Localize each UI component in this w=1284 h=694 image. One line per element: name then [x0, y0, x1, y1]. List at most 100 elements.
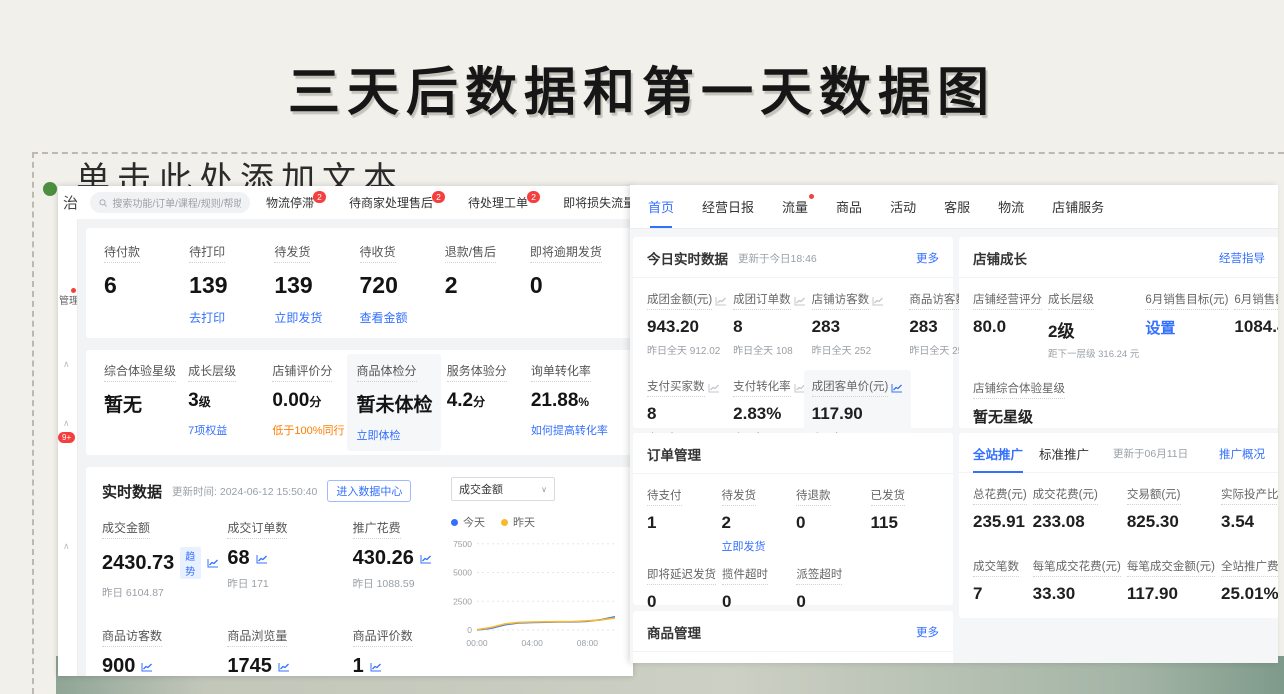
promo-overview-link[interactable]: 推广概况 — [1219, 446, 1265, 462]
trend-chart-icon[interactable] — [141, 662, 153, 672]
stat-value: 825.30 — [1127, 512, 1215, 532]
metric-select-value: 成交金额 — [459, 481, 503, 497]
stat-label: 综合体验星级 — [104, 362, 176, 382]
topbar-nav-item[interactable]: 待处理工单2 — [468, 194, 541, 211]
shop-growth-card: 店铺成长 经营指导 店铺经营评分 80.0 成长层级 2级 距下一层级 316.… — [959, 237, 1278, 428]
ship-now-link[interactable]: 立即发货 — [722, 538, 791, 554]
stat-unit: 分 — [473, 395, 485, 409]
order-stat: 已发货 115 — [871, 487, 940, 554]
trend-chart-icon[interactable] — [715, 296, 727, 306]
topbar-nav-item[interactable]: 待商家处理售后2 — [349, 194, 446, 211]
growth-stat: 6月销售额(元) 1084.47 — [1234, 291, 1278, 360]
nav-tab[interactable]: 店铺服务 — [1052, 197, 1104, 216]
trend-chart-icon[interactable] — [891, 383, 903, 393]
search-input[interactable]: 搜索功能/订单/课程/规则/帮助/服务 — [90, 192, 250, 213]
growth-stat: 店铺经营评分 80.0 — [973, 291, 1042, 360]
stat-label: 交易额(元) — [1127, 486, 1215, 505]
quality-stat: 成长层级 3级 7项权益 — [188, 362, 272, 443]
trend-chart-icon[interactable] — [278, 662, 290, 672]
trend-chart-icon[interactable] — [794, 296, 806, 306]
trend-badge[interactable]: 趋势 — [180, 547, 201, 579]
stat-value: 2 — [722, 513, 791, 533]
chevron-up-icon[interactable]: ∧ — [63, 359, 70, 370]
realtime-updated: 更新时间: 2024-06-12 15:50:40 — [172, 484, 317, 499]
sidebar-item-fragment[interactable]: 管理 — [59, 292, 78, 307]
realtime-stats-grid: 成交金额 2430.73 趋势 昨日 6104.87 — [102, 519, 470, 676]
legend-dot-yesterday — [501, 519, 508, 526]
nav-tab[interactable]: 经营日报 — [702, 197, 754, 216]
today-realtime-card: 今日实时数据 更新于今日18:46 更多 成团金额(元) 943.20 昨日全天… — [633, 237, 953, 428]
topbar-nav-item[interactable]: 即将损失流量4 — [563, 194, 633, 211]
goods-management-card: 商品管理 更多 在售中已售罄已下架 — [633, 611, 953, 663]
nav-tab[interactable]: 流量 — [782, 197, 808, 216]
tab-site-wide-promo[interactable]: 全站推广 — [973, 444, 1023, 463]
stat-value: 2430.73 — [102, 552, 174, 575]
trend-chart-icon[interactable] — [256, 554, 268, 564]
trend-chart-icon[interactable] — [708, 383, 720, 393]
stat-action-link[interactable]: 查看金额 — [360, 309, 445, 326]
order-stat: 派签超时 0 — [796, 566, 864, 612]
trend-chart-icon[interactable] — [872, 296, 884, 306]
guide-link[interactable]: 经营指导 — [1219, 250, 1265, 266]
stat-label: 店铺访客数 — [812, 291, 904, 310]
stat-action-link[interactable]: 7项权益 — [188, 422, 272, 438]
stat-value: 8 — [733, 317, 806, 337]
stat-value: 6 — [104, 272, 189, 299]
stat-action-link[interactable]: 立即发货 — [274, 309, 359, 326]
star-label: 店铺综合体验星级 — [973, 380, 1065, 399]
more-link[interactable]: 更多 — [916, 250, 939, 266]
promotion-card: 全站推广 标准推广 更新于06月11日 推广概况 总花费(元) 235.91 成… — [959, 433, 1278, 618]
trend-chart-icon[interactable] — [370, 662, 382, 672]
nav-tab[interactable]: 物流 — [998, 197, 1024, 216]
stat-value: 25.01% — [1221, 584, 1278, 604]
stat-value: 430.26 — [353, 547, 414, 570]
count-badge: 2 — [432, 191, 445, 203]
nav-tab[interactable]: 首页 — [648, 197, 674, 216]
left-topbar: 治 搜索功能/订单/课程/规则/帮助/服务 物流停滞2 待商家处理售后2 待处理… — [58, 186, 633, 219]
quality-stat: 综合体验星级 暂无 — [104, 362, 188, 443]
legend-today[interactable]: 今天 — [451, 514, 485, 530]
data-center-button[interactable]: 进入数据中心 — [327, 480, 411, 502]
nav-tab[interactable]: 客服 — [944, 197, 970, 216]
card-title: 今日实时数据 — [647, 248, 728, 268]
tab-standard-promo[interactable]: 标准推广 — [1039, 444, 1089, 463]
stat-action-link[interactable]: 立即体检 — [357, 427, 441, 443]
promo-stats-grid: 总花费(元) 235.91 成交花费(元) 233.08 交易额(元) 825.… — [959, 473, 1278, 617]
legend-yesterday[interactable]: 昨天 — [501, 514, 535, 530]
realtime-chart-zone: 成交金额 ∨ 今天 昨天 025005000750000:0004:0008:0… — [451, 477, 625, 657]
stat-value: 1745 — [227, 655, 272, 676]
stat-label: 商品体检分 — [357, 362, 417, 382]
stat-value: 3.54 — [1221, 512, 1278, 532]
metric-select[interactable]: 成交金额 ∨ — [451, 477, 555, 501]
promo-stat: 成交花费(元) 233.08 — [1033, 486, 1121, 532]
stat-value: 68 — [227, 547, 249, 570]
chevron-up-icon[interactable]: ∧ — [63, 418, 70, 429]
chevron-up-icon[interactable]: ∧ — [63, 541, 70, 552]
topbar-nav: 物流停滞2 待商家处理售后2 待处理工单2 即将损失流量4 未读站内信68 — [266, 194, 633, 211]
stat-label: 成团客单价(元) — [812, 378, 904, 397]
stat-value: 139 — [274, 272, 359, 299]
more-link[interactable]: 更多 — [916, 624, 939, 640]
stat-label: 即将逾期发货 — [530, 243, 602, 263]
sidebar-count-badge: 9+ — [58, 432, 75, 443]
trend-chart-icon[interactable] — [420, 554, 432, 564]
order-stat: 待发货 2 立即发货 — [722, 487, 791, 554]
topbar-nav-item[interactable]: 物流停滞2 — [266, 194, 327, 211]
left-main-area: 待付款 6 待打印 139 去打印 待发货 139 立即发货 — [77, 219, 633, 676]
trend-chart-icon[interactable] — [207, 558, 219, 568]
stat-action-link[interactable]: 去打印 — [189, 309, 274, 326]
nav-tab[interactable]: 活动 — [890, 197, 916, 216]
stat-action-link[interactable]: 如何提高转化率 — [531, 422, 615, 438]
stat-value: 3级 — [188, 390, 272, 412]
nav-tab[interactable]: 商品 — [836, 197, 862, 216]
promo-stat: 交易额(元) 825.30 — [1127, 486, 1215, 532]
stat-unit: 级 — [199, 395, 211, 409]
stat-value: 7 — [973, 584, 1027, 604]
stat-value: 80.0 — [973, 317, 1042, 337]
stat-label: 每笔成交花费(元) — [1033, 558, 1121, 577]
stat-action-link[interactable]: 低于100%同行 — [272, 422, 356, 438]
order-stat: 待支付 1 — [647, 487, 716, 554]
stat-label: 成团订单数 — [733, 291, 806, 310]
stat-label: 待支付 — [647, 487, 716, 506]
stat-value: 283 — [812, 317, 904, 337]
